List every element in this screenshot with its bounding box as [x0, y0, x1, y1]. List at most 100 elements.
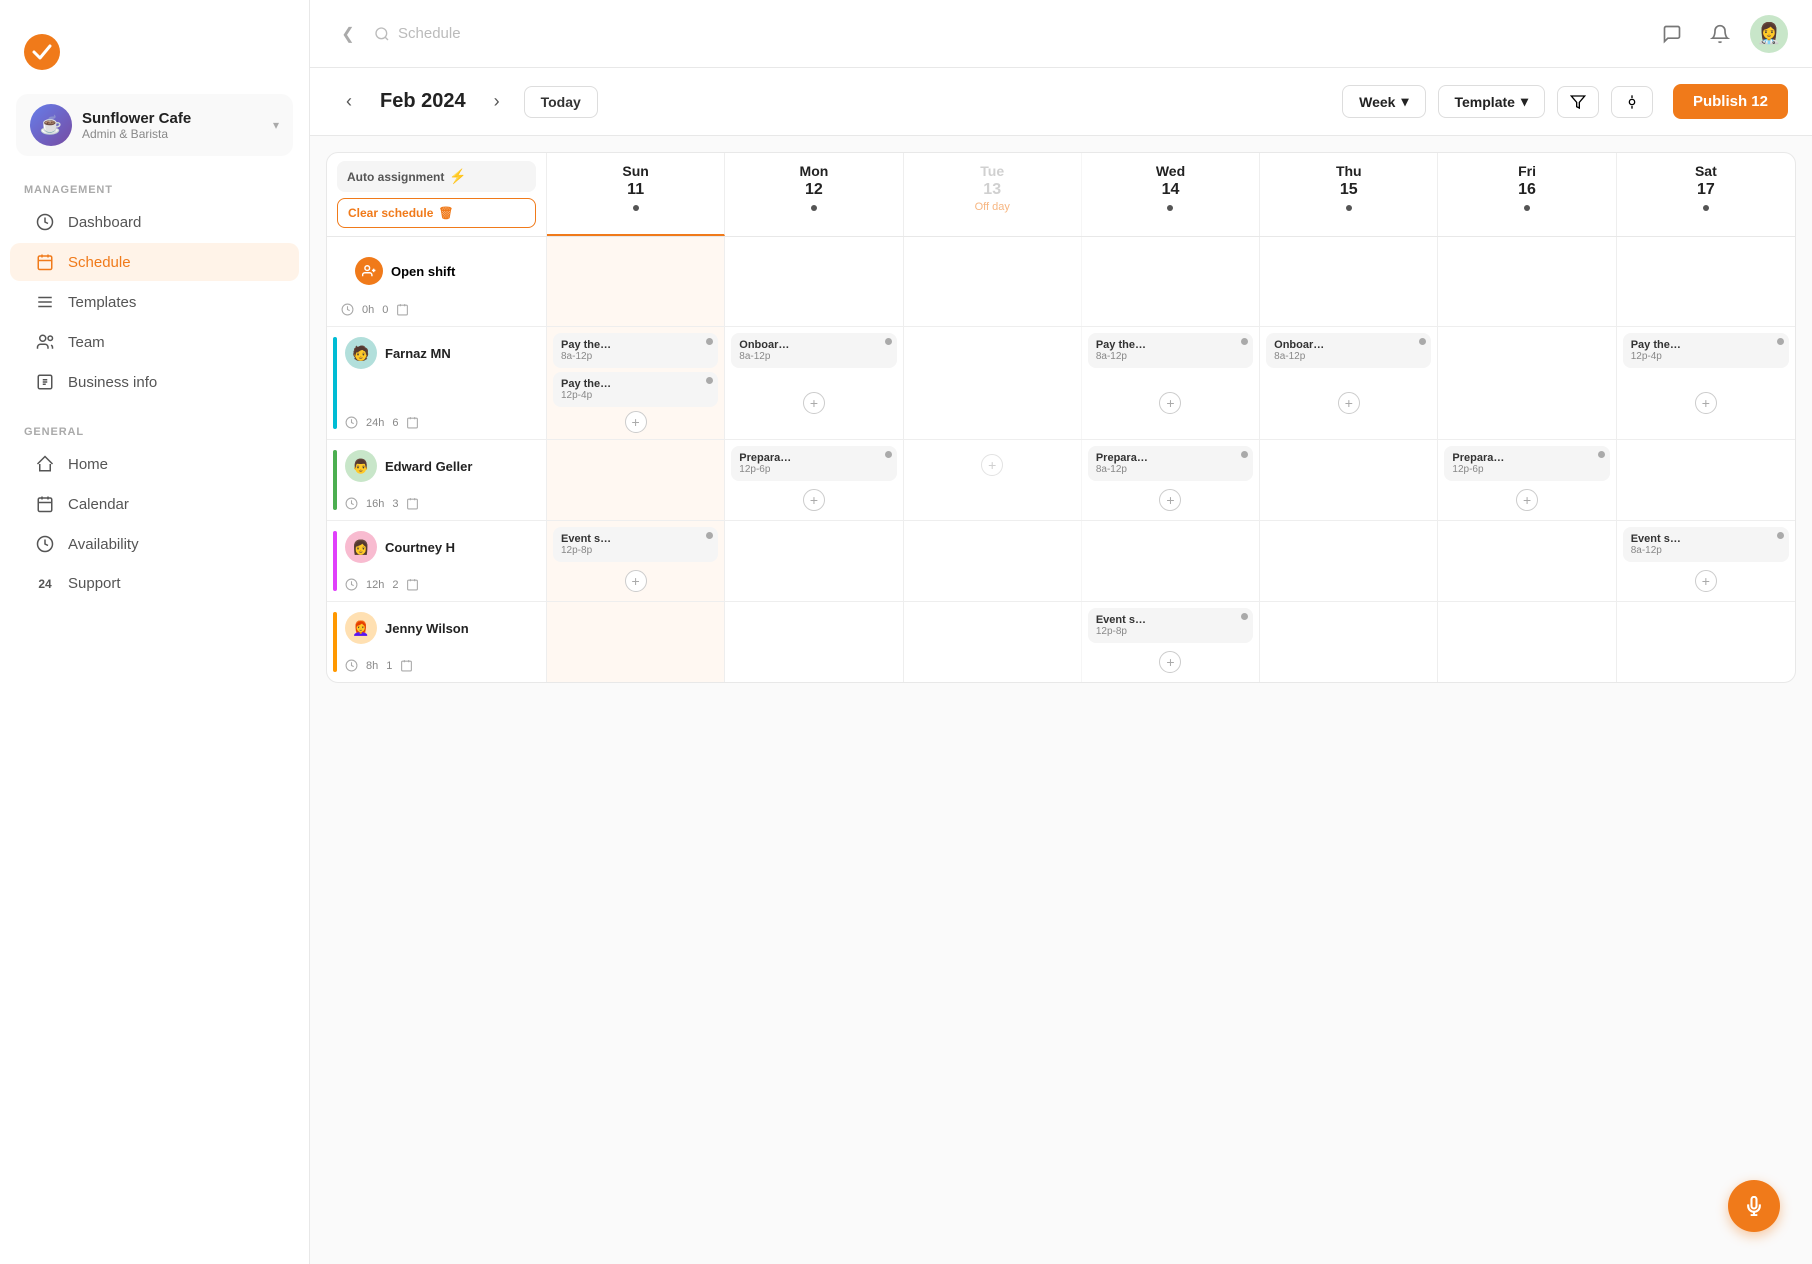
add-shift-button[interactable]: +: [1338, 392, 1360, 414]
sidebar-item-home[interactable]: Home: [10, 445, 299, 483]
business-card[interactable]: ☕ Sunflower Cafe Admin & Barista ▾: [16, 94, 293, 156]
farnaz-shifts: 6: [392, 417, 398, 429]
general-section-label: GENERAL: [0, 418, 309, 444]
chevron-down-icon: ▾: [273, 118, 279, 132]
shift-card[interactable]: Prepara… 12p-6p: [731, 446, 896, 481]
courtney-bar: [333, 531, 337, 591]
header-day-mon: Mon 12: [725, 153, 903, 236]
employee-row-farnaz: 🧑 Farnaz MN 24h 6 Pay the… 8a: [327, 327, 1795, 440]
template-dropdown-icon: ▾: [1521, 93, 1528, 110]
template-label: Template: [1455, 94, 1515, 110]
shift-card[interactable]: Event s… 8a-12p: [1623, 527, 1789, 562]
publish-button[interactable]: Publish 12: [1673, 84, 1788, 119]
search-icon: [374, 26, 390, 42]
jenny-sat: [1617, 602, 1795, 682]
home-label: Home: [68, 456, 108, 473]
sidebar-item-support[interactable]: 24 Support: [10, 565, 299, 602]
sidebar-item-dashboard[interactable]: Dashboard: [10, 203, 299, 241]
shift-card[interactable]: Onboar… 8a-12p: [731, 333, 896, 368]
collapse-sidebar-button[interactable]: ❮: [334, 20, 362, 48]
employee-row-jenny: 👩‍🦰 Jenny Wilson 8h 1: [327, 602, 1795, 682]
shift-dot: [1241, 451, 1248, 458]
sidebar-item-team[interactable]: Team: [10, 323, 299, 361]
add-shift-button[interactable]: +: [981, 454, 1003, 476]
week-view-button[interactable]: Week ▾: [1342, 85, 1425, 118]
add-shift-button[interactable]: +: [625, 570, 647, 592]
mic-icon: [1744, 1196, 1764, 1216]
add-shift-button[interactable]: +: [1159, 392, 1181, 414]
availability-icon: [34, 535, 56, 553]
shift-card[interactable]: Prepara… 8a-12p: [1088, 446, 1253, 481]
shift-card[interactable]: Event s… 12p-8p: [1088, 608, 1253, 643]
shift-card[interactable]: Onboar… 8a-12p: [1266, 333, 1431, 368]
sidebar-item-schedule[interactable]: Schedule: [10, 243, 299, 281]
filter-button[interactable]: [1557, 86, 1599, 118]
shift-card[interactable]: Pay the… 8a-12p: [1088, 333, 1253, 368]
jenny-wed: Event s… 12p-8p +: [1082, 602, 1260, 682]
open-shift-thu: [1260, 237, 1438, 326]
add-shift-button[interactable]: +: [1695, 392, 1717, 414]
edward-name: Edward Geller: [385, 459, 472, 474]
jenny-thu: [1260, 602, 1438, 682]
auto-assign-button[interactable]: Auto assignment ⚡: [337, 161, 536, 192]
dashboard-label: Dashboard: [68, 214, 141, 231]
shift-card[interactable]: Pay the… 8a-12p: [553, 333, 718, 368]
day-dot-mon: [811, 205, 817, 211]
today-button[interactable]: Today: [524, 86, 598, 118]
shift-card[interactable]: Pay the… 12p-4p: [553, 372, 718, 407]
courtney-name: Courtney H: [385, 540, 455, 555]
fab-button[interactable]: [1728, 1180, 1780, 1232]
employee-row-edward: 👨 Edward Geller 16h 3 Prepara…: [327, 440, 1795, 521]
business-avatar: ☕: [30, 104, 72, 146]
sidebar-item-templates[interactable]: Templates: [10, 283, 299, 321]
team-label: Team: [68, 334, 105, 351]
auto-assign-icon: ⚡: [449, 168, 466, 185]
jenny-bar: [333, 612, 337, 672]
shift-card[interactable]: Pay the… 12p-4p: [1623, 333, 1789, 368]
jenny-label: 👩‍🦰 Jenny Wilson 8h 1: [327, 602, 547, 682]
business-info-icon: [34, 373, 56, 391]
notifications-button[interactable]: [1702, 16, 1738, 52]
templates-icon: [34, 293, 56, 311]
add-shift-button[interactable]: +: [803, 489, 825, 511]
sidebar-item-availability[interactable]: Availability: [10, 525, 299, 563]
jenny-stats: 8h 1: [345, 659, 532, 672]
sidebar-item-business-info[interactable]: Business info: [10, 363, 299, 401]
day-dot-thu: [1346, 205, 1352, 211]
add-shift-button[interactable]: +: [1159, 489, 1181, 511]
template-button[interactable]: Template ▾: [1438, 85, 1545, 118]
sidebar: ☕ Sunflower Cafe Admin & Barista ▾ MANAG…: [0, 0, 310, 1264]
header-day-sun: Sun 11: [547, 153, 725, 236]
jenny-avatar: 👩‍🦰: [345, 612, 377, 644]
open-shift-tue: [904, 237, 1082, 326]
week-view-label: Week: [1359, 94, 1395, 110]
sidebar-item-calendar[interactable]: Calendar: [10, 485, 299, 523]
support-icon: 24: [34, 577, 56, 591]
jenny-tue: [904, 602, 1082, 682]
header-day-sat: Sat 17: [1617, 153, 1795, 236]
business-role: Admin & Barista: [82, 127, 191, 141]
avatar: 👩‍⚕️: [1750, 15, 1788, 53]
business-info: Sunflower Cafe Admin & Barista: [82, 110, 191, 141]
shift-dot: [706, 338, 713, 345]
shift-card[interactable]: Prepara… 12p-6p: [1444, 446, 1609, 481]
open-shift-fri: [1438, 237, 1616, 326]
templates-label: Templates: [68, 294, 136, 311]
open-shift-wed: [1082, 237, 1260, 326]
shift-dot: [706, 377, 713, 384]
jenny-sun: [547, 602, 725, 682]
shift-card[interactable]: Event s… 12p-8p: [553, 527, 718, 562]
courtney-mon: [725, 521, 903, 601]
chat-button[interactable]: [1654, 16, 1690, 52]
add-shift-button[interactable]: +: [1516, 489, 1538, 511]
prev-period-button[interactable]: ‹: [334, 87, 364, 117]
clear-schedule-button[interactable]: Clear schedule 🗑: [337, 198, 536, 228]
add-shift-button[interactable]: +: [803, 392, 825, 414]
add-shift-button[interactable]: +: [1695, 570, 1717, 592]
courtney-sun: Event s… 12p-8p +: [547, 521, 725, 601]
sort-button[interactable]: [1611, 86, 1653, 118]
add-shift-button[interactable]: +: [625, 411, 647, 433]
next-period-button[interactable]: ›: [482, 87, 512, 117]
add-shift-button[interactable]: +: [1159, 651, 1181, 673]
availability-label: Availability: [68, 536, 139, 553]
